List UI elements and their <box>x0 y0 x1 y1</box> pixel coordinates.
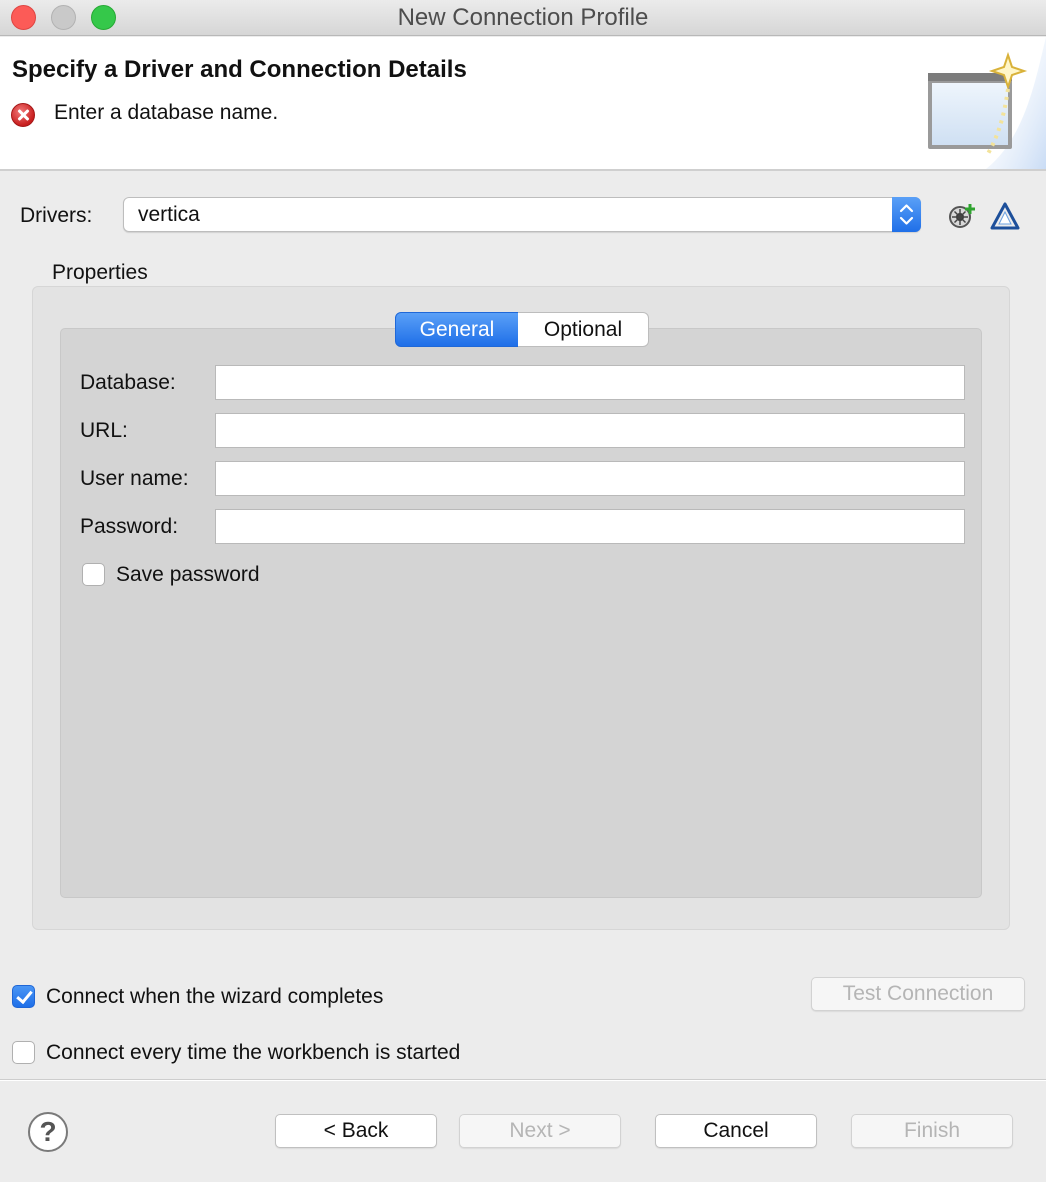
tab-optional[interactable]: Optional <box>518 312 649 347</box>
save-password-checkbox[interactable] <box>82 563 105 586</box>
connect-on-complete-checkbox[interactable] <box>12 985 35 1008</box>
password-label: Password: <box>80 515 179 538</box>
back-button[interactable]: < Back <box>275 1114 437 1148</box>
password-field[interactable] <box>215 509 965 544</box>
help-icon[interactable]: ? <box>28 1112 68 1152</box>
connect-on-start-label[interactable]: Connect every time the workbench is star… <box>46 1041 460 1065</box>
new-driver-icon[interactable] <box>948 202 976 230</box>
database-field[interactable] <box>215 365 965 400</box>
username-label: User name: <box>80 467 189 490</box>
title-bar: New Connection Profile <box>0 0 1046 36</box>
drivers-selected-value: vertica <box>138 203 200 226</box>
drivers-label: Drivers: <box>20 204 93 227</box>
username-field[interactable] <box>215 461 965 496</box>
page-title: Specify a Driver and Connection Details <box>12 56 467 83</box>
wizard-banner-icon <box>928 37 1046 169</box>
save-password-label[interactable]: Save password <box>116 563 260 587</box>
edit-driver-icon[interactable] <box>990 201 1020 231</box>
cancel-button[interactable]: Cancel <box>655 1114 817 1148</box>
database-label: Database: <box>80 371 176 394</box>
window-title: New Connection Profile <box>397 4 649 31</box>
connect-on-complete-label[interactable]: Connect when the wizard completes <box>46 985 383 1009</box>
finish-button[interactable]: Finish <box>851 1114 1013 1148</box>
wizard-header: Specify a Driver and Connection Details … <box>0 37 1046 171</box>
drivers-dropdown[interactable]: vertica <box>123 197 921 232</box>
next-button[interactable]: Next > <box>459 1114 621 1148</box>
url-label: URL: <box>80 419 128 442</box>
chevron-up-down-icon[interactable] <box>892 197 921 232</box>
url-field[interactable] <box>215 413 965 448</box>
properties-label: Properties <box>52 261 148 284</box>
error-icon <box>11 103 35 127</box>
status-message: Enter a database name. <box>54 101 279 124</box>
footer-divider <box>0 1079 1046 1081</box>
connect-on-start-checkbox[interactable] <box>12 1041 35 1064</box>
test-connection-button[interactable]: Test Connection <box>811 977 1025 1011</box>
tab-general[interactable]: General <box>395 312 519 347</box>
